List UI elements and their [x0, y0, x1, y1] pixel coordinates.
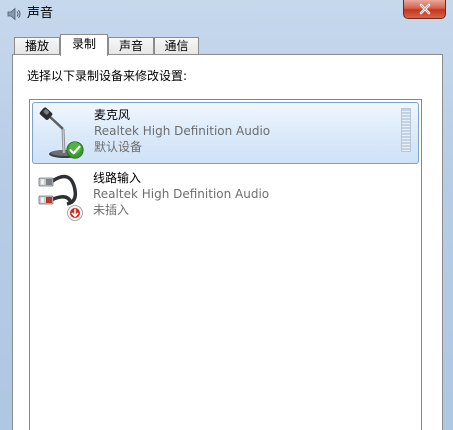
- speaker-icon: [6, 6, 22, 22]
- device-status: 默认设备: [94, 140, 143, 154]
- recording-device-list[interactable]: 麦克风 Realtek High Definition Audio 默认设备 线…: [29, 99, 422, 430]
- close-button[interactable]: [403, 0, 446, 19]
- device-status: 未插入: [93, 203, 130, 217]
- tab-recording[interactable]: 录制: [60, 34, 108, 56]
- tab-sounds[interactable]: 声音: [108, 37, 154, 55]
- sound-dialog: 声音 播放 录制 声音 通信 选择以下录制设备来修改设置: 麦克风 Realte…: [0, 0, 453, 430]
- window-title: 声音: [27, 6, 54, 21]
- device-item-line-in[interactable]: 线路输入 Realtek High Definition Audio 未插入: [32, 166, 419, 228]
- recording-tab-panel: 选择以下录制设备来修改设置: 麦克风 Realtek High Definiti…: [12, 54, 443, 430]
- device-item-microphone[interactable]: 麦克风 Realtek High Definition Audio 默认设备: [32, 102, 419, 164]
- audio-level-meter: [401, 108, 411, 152]
- device-name: 麦克风: [94, 108, 131, 122]
- tab-playback[interactable]: 播放: [14, 37, 60, 55]
- close-icon: [419, 3, 431, 15]
- device-driver: Realtek High Definition Audio: [93, 187, 270, 201]
- device-name: 线路输入: [93, 171, 142, 185]
- title-bar[interactable]: 声音: [0, 0, 453, 28]
- green-check-icon: [66, 141, 84, 159]
- red-down-arrow-icon: [66, 204, 84, 222]
- device-driver: Realtek High Definition Audio: [94, 124, 271, 138]
- tab-communications[interactable]: 通信: [154, 37, 199, 55]
- instruction-text: 选择以下录制设备来修改设置:: [27, 69, 188, 83]
